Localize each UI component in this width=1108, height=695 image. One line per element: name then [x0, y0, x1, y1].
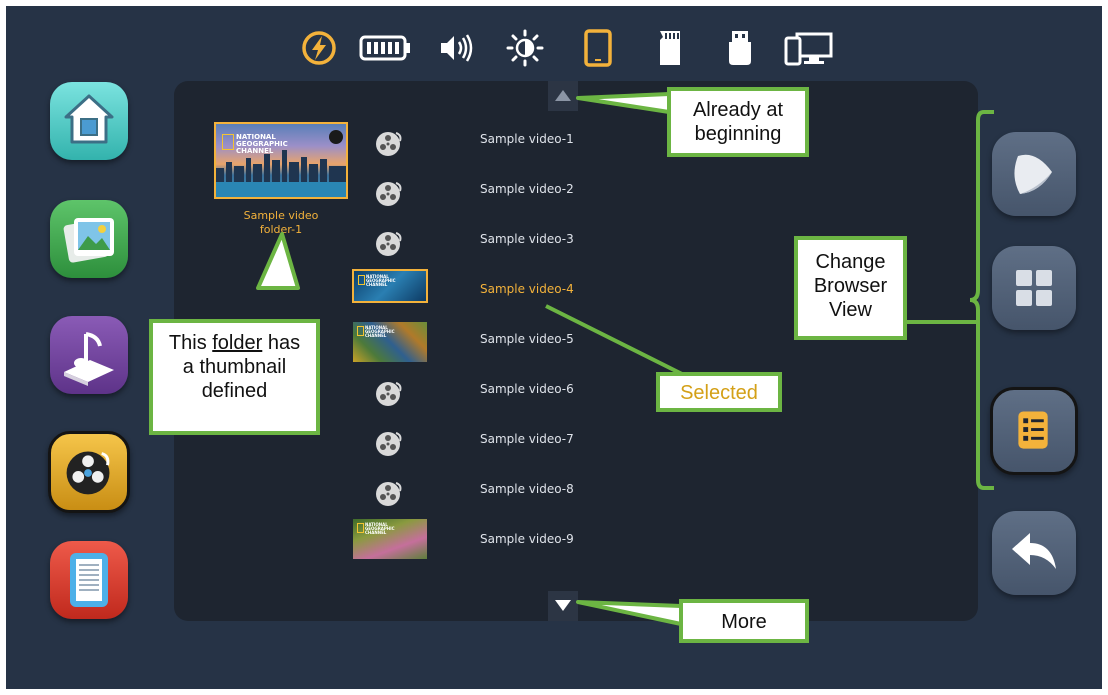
document-icon — [70, 553, 108, 607]
film-reel-icon[interactable] — [374, 428, 404, 458]
display-icon[interactable] — [783, 28, 835, 68]
triangle-up-icon — [555, 90, 571, 101]
film-reel-icon[interactable] — [374, 378, 404, 408]
flash-icon[interactable] — [299, 28, 339, 68]
list-item-label[interactable]: Sample video-3 — [480, 232, 574, 246]
natgeo-logo-icon — [357, 523, 364, 533]
folder-label-line2: folder-1 — [259, 223, 303, 236]
folder-label[interactable]: Sample video folder-1 — [214, 209, 348, 237]
film-reel-icon[interactable] — [374, 128, 404, 158]
music-icon — [64, 332, 114, 386]
thumb-text-3: CHANNEL — [366, 282, 388, 287]
list-item-label[interactable]: Sample video-1 — [480, 132, 574, 146]
callout-beginning-line2: beginning — [694, 123, 782, 145]
callout-folder-line3: defined — [201, 380, 268, 402]
natgeo-logo-icon — [357, 326, 364, 336]
usb-drive-icon[interactable] — [720, 28, 760, 68]
folder-label-line1: Sample video — [243, 209, 319, 222]
callout-beginning-line1: Already at — [692, 99, 784, 121]
callout-change-line2: Browser — [813, 275, 888, 297]
sidebar-item-video[interactable] — [48, 431, 130, 513]
film-reel-icon — [66, 451, 110, 495]
video-thumbnail[interactable]: NATIONAL GEOGRAPHIC CHANNEL — [353, 322, 427, 362]
home-icon — [64, 94, 114, 144]
scroll-down-button[interactable] — [548, 591, 578, 621]
view-bracket — [969, 110, 994, 490]
list-item-label[interactable]: Sample video-6 — [480, 382, 574, 396]
photo-icon — [63, 218, 114, 263]
callout-already-at-beginning: Already at beginning — [667, 87, 809, 157]
battery-icon[interactable] — [358, 28, 412, 68]
back-arrow-icon — [1012, 533, 1056, 569]
thumb-text-3: CHANNEL — [365, 333, 387, 338]
scroll-up-button[interactable] — [548, 81, 578, 111]
sd-card-icon[interactable] — [650, 28, 690, 68]
video-thumbnail-selected[interactable]: NATIONAL GEOGRAPHIC CHANNEL — [352, 269, 428, 303]
triangle-down-icon — [555, 600, 571, 611]
film-reel-icon[interactable] — [374, 478, 404, 508]
list-item-label[interactable]: Sample video-2 — [480, 182, 574, 196]
back-button[interactable] — [992, 511, 1076, 595]
volume-icon[interactable] — [436, 28, 476, 68]
tablet-icon[interactable] — [578, 28, 618, 68]
callout-change-line3: View — [829, 299, 872, 321]
list-item-label[interactable]: Sample video-9 — [480, 532, 574, 546]
folder-thumb-text-3: CHANNEL — [236, 147, 274, 155]
list-item-label[interactable]: Sample video-8 — [480, 482, 574, 496]
film-reel-icon[interactable] — [374, 228, 404, 258]
callout-folder-pre: This — [168, 332, 213, 354]
film-reel-icon[interactable] — [374, 178, 404, 208]
natgeo-logo-icon — [358, 275, 365, 285]
callout-folder-word: folder — [212, 332, 263, 354]
list-item-label-selected[interactable]: Sample video-4 — [480, 282, 574, 296]
callout-more: More — [679, 599, 809, 643]
callout-folder-line2: a thumbnail — [182, 356, 287, 378]
natgeo-logo-icon — [222, 134, 234, 150]
sidebar-item-documents[interactable] — [50, 541, 128, 619]
callout-folder-post: has — [262, 332, 301, 354]
thumb-text-3: CHANNEL — [365, 530, 387, 535]
callout-change-line1: Change — [815, 251, 886, 273]
sidebar-item-photos[interactable] — [50, 200, 128, 278]
reel-badge-icon — [329, 130, 343, 144]
sidebar-item-home[interactable] — [50, 82, 128, 160]
callout-folder-thumbnail: This folder has a thumbnail defined — [149, 319, 320, 435]
callout-selected: Selected — [656, 372, 782, 412]
callout-change-browser-view: Change Browser View — [794, 236, 907, 340]
list-item-label[interactable]: Sample video-7 — [480, 432, 574, 446]
folder-thumbnail[interactable]: NATIONAL GEOGRAPHIC CHANNEL — [214, 122, 348, 199]
video-browser-screen: NATIONAL GEOGRAPHIC CHANNEL Sample video… — [6, 6, 1102, 689]
video-thumbnail[interactable]: NATIONAL GEOGRAPHIC CHANNEL — [353, 519, 427, 559]
sidebar-item-music[interactable] — [50, 316, 128, 394]
list-item-label[interactable]: Sample video-5 — [480, 332, 574, 346]
brightness-icon[interactable] — [505, 28, 545, 68]
